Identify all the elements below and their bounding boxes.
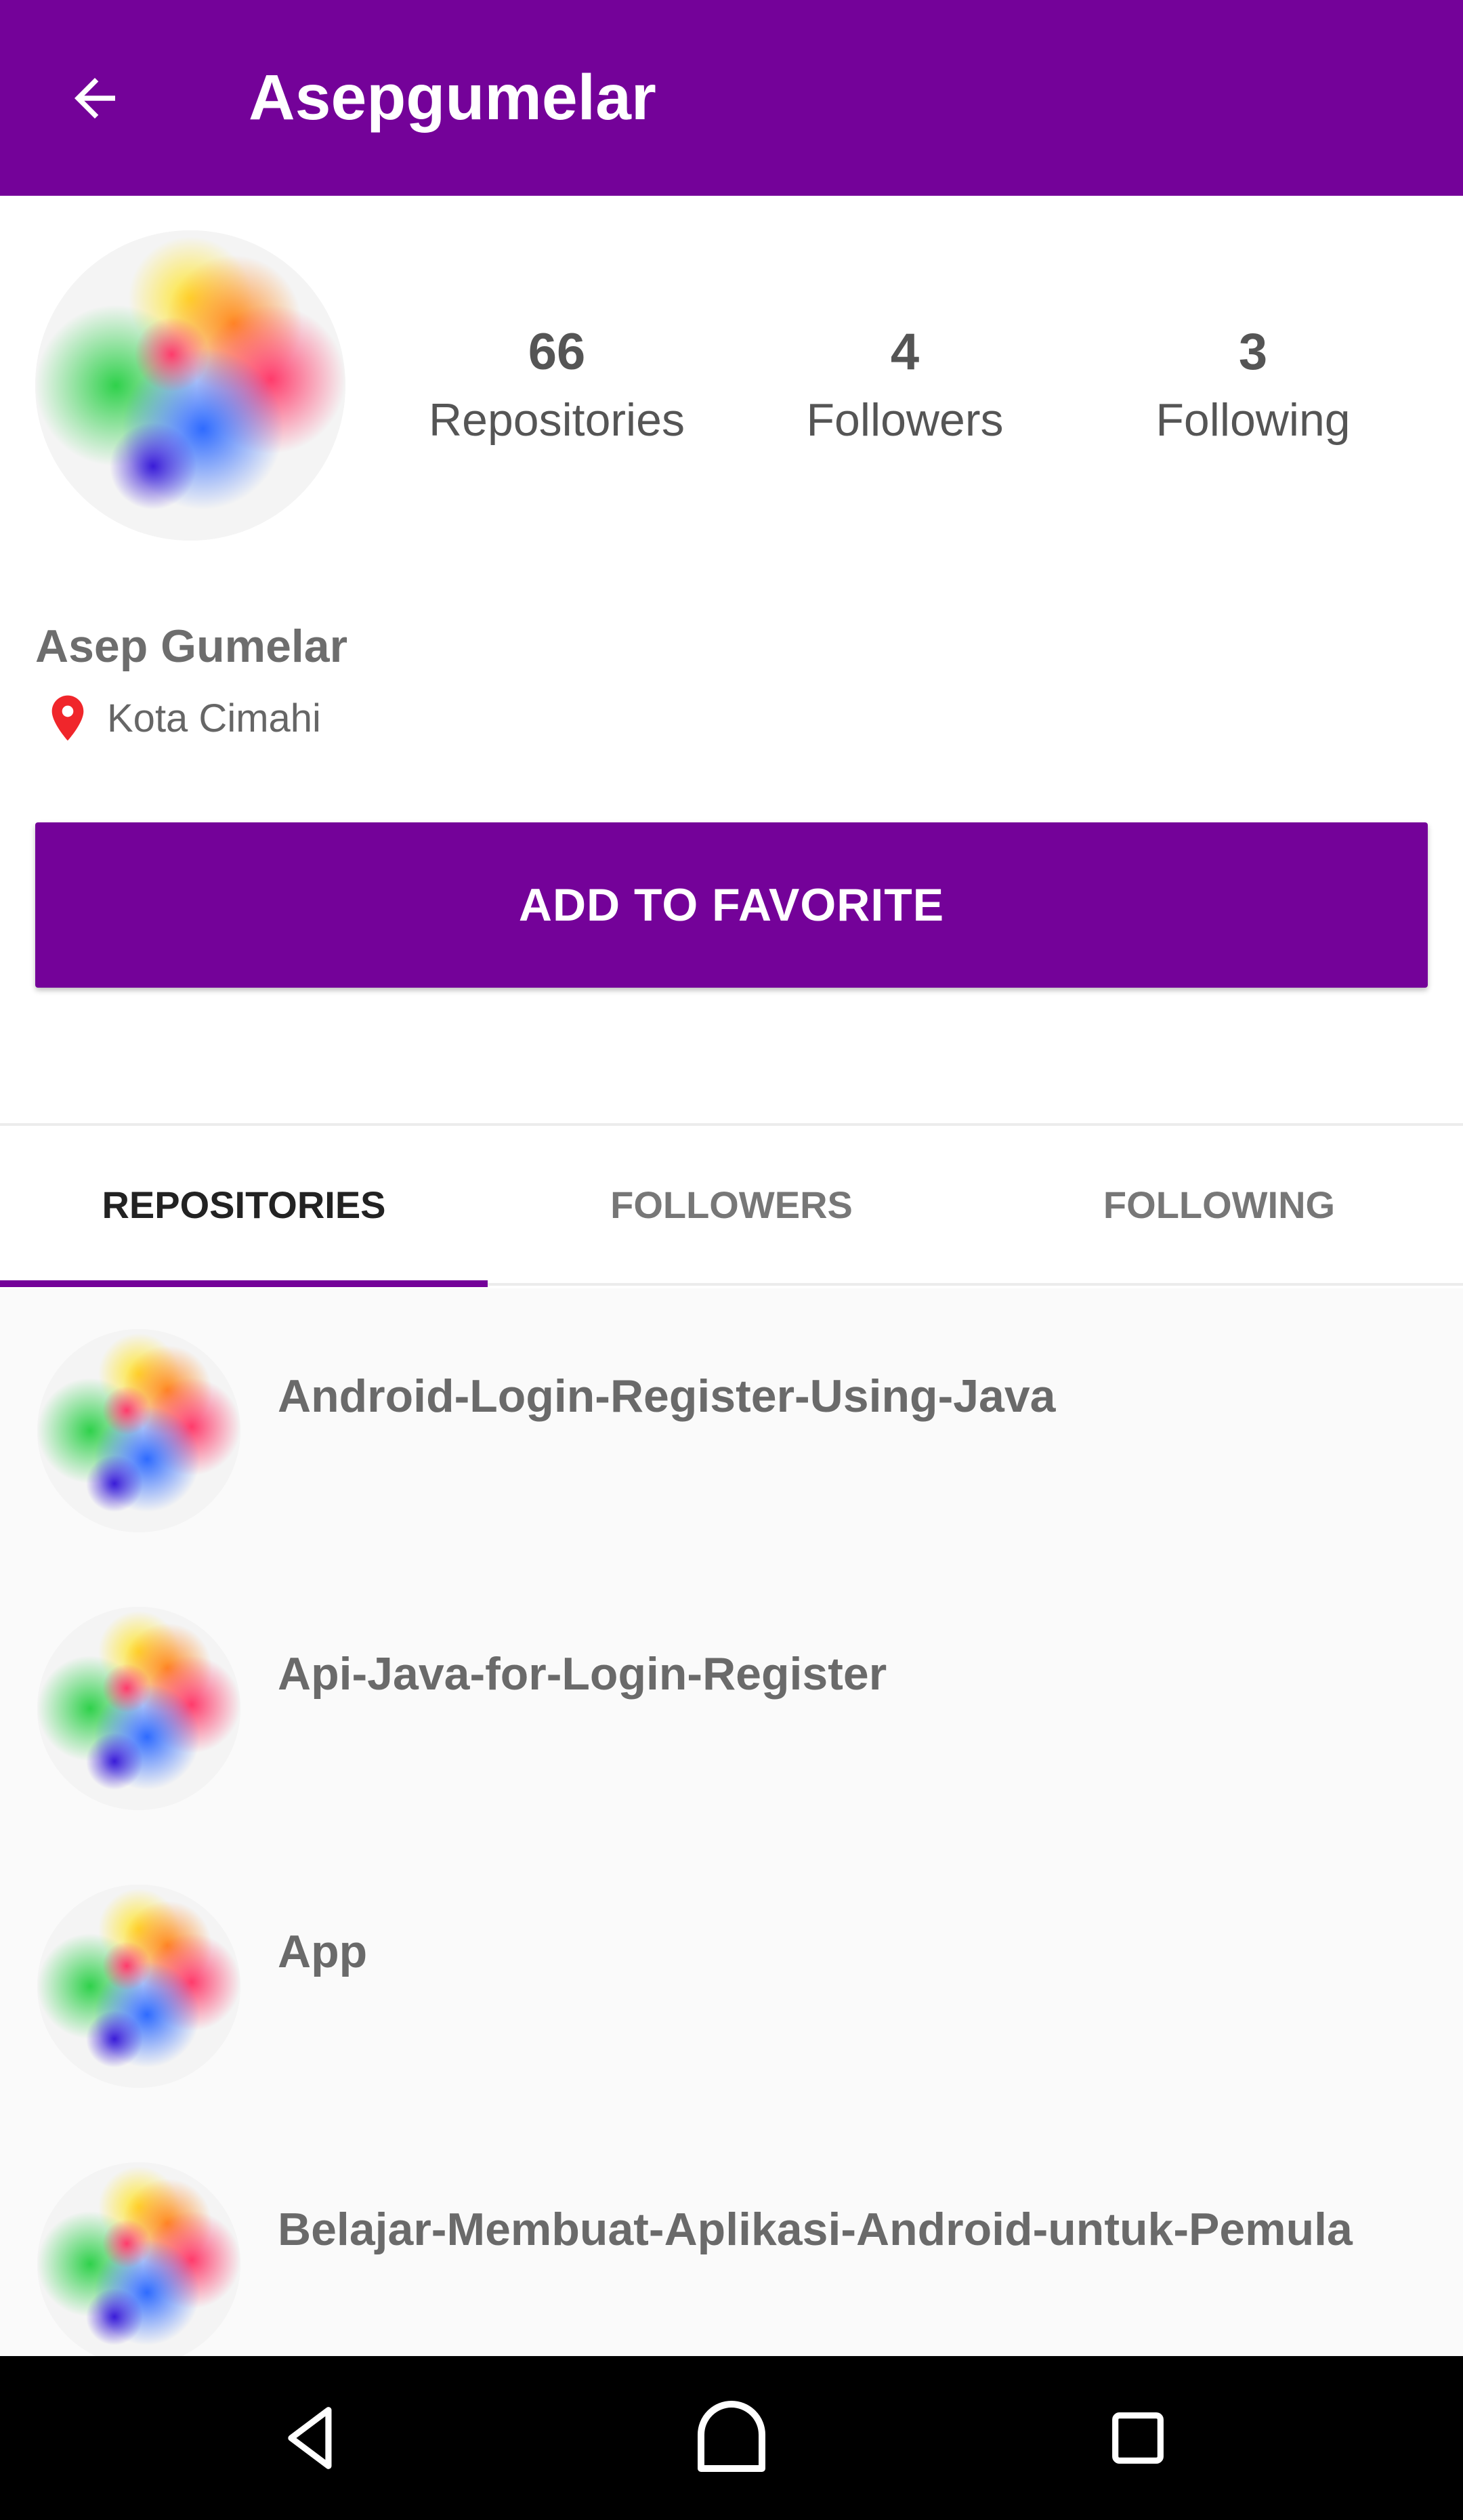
repo-name: Api-Java-for-Login-Register	[278, 1648, 887, 1700]
nav-home-button[interactable]	[677, 2384, 786, 2492]
page-title: Asepgumelar	[249, 62, 656, 133]
profile-avatar	[35, 230, 345, 541]
add-to-favorite-button[interactable]: ADD TO FAVORITE	[35, 822, 1428, 988]
repo-avatar	[37, 1607, 240, 1810]
user-location: Kota Cimahi	[41, 684, 321, 752]
list-item[interactable]: App	[0, 1844, 1463, 2122]
user-full-name: Asep Gumelar	[35, 621, 348, 672]
stat-followers-value: 4	[890, 323, 920, 381]
repo-name: App	[278, 1926, 368, 1977]
list-item[interactable]: Android-Login-Register-Using-Java	[0, 1288, 1463, 1566]
stat-following-value: 3	[1238, 323, 1268, 381]
nav-home-icon	[698, 2401, 765, 2472]
location-pin-icon	[51, 695, 84, 741]
stat-repositories: 66 Repositories	[415, 318, 699, 454]
list-item[interactable]: Belajar-Membuat-Aplikasi-Android-untuk-P…	[0, 2122, 1463, 2356]
repo-avatar	[37, 1329, 240, 1532]
location-text: Kota Cimahi	[107, 696, 321, 740]
system-navigation-bar	[0, 2356, 1463, 2520]
tab-following[interactable]: FOLLOWING	[975, 1126, 1463, 1283]
tab-followers[interactable]: FOLLOWERS	[488, 1126, 975, 1283]
arrow-back-icon	[75, 78, 115, 119]
nav-back-button[interactable]	[259, 2384, 367, 2492]
stat-following: 3 Following	[1111, 318, 1395, 454]
repo-name: Android-Login-Register-Using-Java	[278, 1370, 1056, 1422]
app-bar: Asepgumelar	[0, 0, 1463, 196]
repo-avatar	[37, 1885, 240, 2088]
list-item[interactable]: Api-Java-for-Login-Register	[0, 1566, 1463, 1844]
repo-avatar	[37, 2162, 240, 2356]
back-button[interactable]	[47, 51, 142, 146]
stat-followers: 4 Followers	[763, 318, 1047, 454]
tab-indicator	[0, 1280, 488, 1287]
repo-name: Belajar-Membuat-Aplikasi-Android-untuk-P…	[278, 2204, 1353, 2255]
nav-recents-button[interactable]	[1084, 2384, 1192, 2492]
stat-repositories-label: Repositories	[429, 394, 685, 446]
nav-back-icon	[288, 2407, 332, 2469]
nav-recents-icon	[1112, 2412, 1164, 2464]
repository-list[interactable]: Android-Login-Register-Using-Java Api-Ja…	[0, 1288, 1463, 2356]
tab-bar: REPOSITORIES FOLLOWERS FOLLOWING	[0, 1123, 1463, 1286]
stat-following-label: Following	[1155, 394, 1351, 446]
stat-repositories-value: 66	[528, 323, 586, 381]
tab-repositories[interactable]: REPOSITORIES	[0, 1126, 488, 1283]
stat-followers-label: Followers	[806, 394, 1004, 446]
